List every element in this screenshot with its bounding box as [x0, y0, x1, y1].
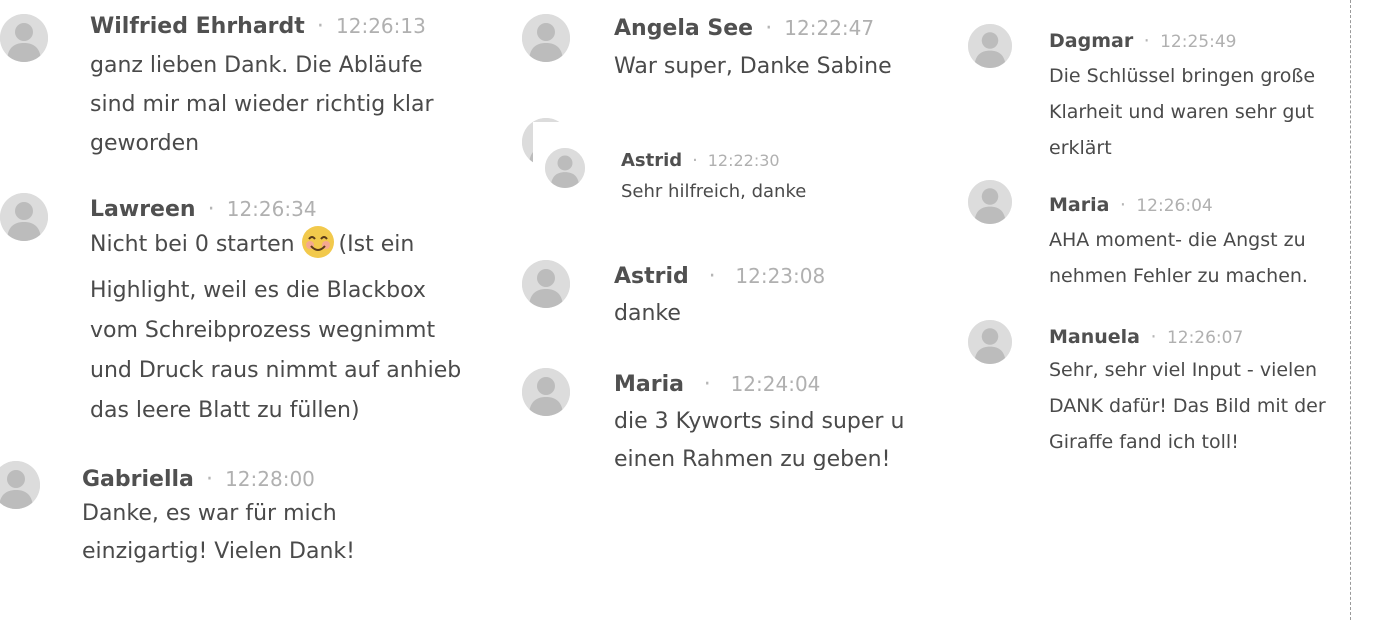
separator-dot: ·	[207, 197, 215, 222]
separator-dot: ·	[765, 16, 773, 41]
message-fragment: (Ist ein	[338, 232, 415, 257]
chat-message: Wilfried Ehrhardt · 12:26:13 ganz lieben D…	[0, 0, 500, 170]
sender-name: Astrid	[621, 150, 683, 171]
message-header: Wilfried Ehrhardt · 12:26:13	[90, 14, 426, 39]
message-line: sind mir mal wieder richtig klar	[90, 92, 434, 117]
chat-message: Maria · 12:26:04 AHA moment- die Angst zu …	[968, 180, 1348, 294]
separator-dot: ·	[1143, 30, 1150, 52]
message-text: Sehr, sehr viel Input - vielen DANK dafü…	[1049, 352, 1326, 460]
chat-message: Gabriella · 12:28:00 Danke, es war für mic…	[0, 455, 500, 575]
chat-message: Astrid · 12:23:08 danke	[522, 250, 952, 350]
chat-message: Astrid · 12:22:30 Sehr hilfreich, danke	[533, 122, 973, 224]
message-fragment: Nicht bei 0 starten	[90, 232, 295, 257]
sender-name: Manuela	[1049, 326, 1141, 348]
separator-dot: ·	[692, 150, 698, 171]
separator-dot: ·	[1119, 194, 1126, 216]
message-line: vom Schreibprozess wegnimmt	[90, 318, 436, 343]
timestamp: 12:22:30	[707, 151, 780, 170]
message-header: Astrid · 12:22:30	[621, 150, 780, 171]
message-text: AHA moment- die Angst zu nehmen Fehler z…	[1049, 222, 1308, 294]
sender-name: Dagmar	[1049, 30, 1134, 52]
message-line: Die Schlüssel bringen große	[1049, 65, 1316, 87]
message-line: und Druck raus nimmt auf anhieb	[90, 358, 462, 383]
message-line: einzigartig! Vielen Dank!	[82, 539, 355, 564]
timestamp: 12:23:08	[735, 264, 826, 288]
message-header: Astrid · 12:23:08	[614, 264, 825, 289]
message-text: Nicht bei 0 starten (Ist ein Highlight, w…	[90, 225, 461, 431]
message-line: AHA moment- die Angst zu	[1049, 229, 1306, 251]
dashed-divider	[1350, 0, 1351, 620]
message-line: nehmen Fehler zu machen.	[1049, 265, 1308, 287]
user-avatar-icon	[522, 14, 570, 62]
timestamp: 12:26:07	[1166, 328, 1244, 348]
message-header: Dagmar · 12:25:49	[1049, 30, 1236, 52]
timestamp: 12:28:00	[225, 467, 315, 491]
message-line: Highlight, weil es die Blackbox	[90, 278, 426, 303]
timestamp: 12:24:04	[730, 372, 821, 396]
sender-name: Wilfried Ehrhardt	[90, 14, 305, 39]
sender-name: Maria	[1049, 194, 1110, 216]
message-line: Nicht bei 0 starten (Ist ein	[90, 225, 461, 265]
chat-message: Lawreen · 12:26:34 Nicht bei 0 starten (Ist…	[0, 185, 510, 430]
message-line: einen Rahmen zu geben!	[614, 447, 891, 470]
timestamp: 12:26:13	[336, 14, 426, 38]
separator-dot: ·	[703, 372, 711, 397]
user-avatar-icon	[522, 368, 570, 416]
chat-message: Angela See · 12:22:47 War super, Danke Sab…	[522, 0, 952, 110]
sender-name: Astrid	[614, 264, 689, 289]
chat-message: Manuela · 12:26:07 Sehr, sehr viel Input -…	[968, 310, 1348, 470]
sender-name: Maria	[614, 372, 684, 397]
message-line: War super, Danke Sabine	[614, 54, 892, 79]
user-avatar-icon	[0, 14, 48, 62]
message-line: Sehr, sehr viel Input - vielen	[1049, 359, 1318, 381]
separator-dot: ·	[1150, 326, 1157, 348]
message-text: ganz lieben Dank. Die Abläufe sind mir m…	[90, 46, 434, 163]
message-text: Danke, es war für mich einzigartig! Viel…	[82, 495, 355, 571]
separator-dot: ·	[205, 467, 213, 492]
user-avatar-icon	[968, 180, 1012, 224]
timestamp: 12:26:34	[226, 197, 317, 221]
user-avatar-icon	[0, 193, 48, 241]
chat-message: Dagmar · 12:25:49 Die Schlüssel bringen gr…	[968, 0, 1348, 170]
separator-dot: ·	[708, 264, 716, 289]
user-avatar-icon	[522, 260, 570, 308]
timestamp: 12:25:49	[1160, 32, 1237, 52]
message-line: das leere Blatt zu füllen)	[90, 398, 360, 423]
message-line: die 3 Kyworts sind super u	[614, 409, 905, 434]
message-header: Manuela · 12:26:07	[1049, 326, 1243, 348]
message-header: Maria · 12:26:04	[1049, 194, 1213, 216]
timestamp: 12:22:47	[784, 16, 875, 40]
message-line: danke	[614, 301, 681, 326]
message-line: Giraffe fand ich toll!	[1049, 431, 1239, 453]
message-header: Gabriella · 12:28:00	[82, 467, 315, 492]
message-line: ganz lieben Dank. Die Abläufe	[90, 53, 423, 78]
message-header: Maria · 12:24:04	[614, 372, 820, 397]
user-avatar-icon	[545, 148, 585, 188]
message-text: die 3 Kyworts sind super u einen Rahmen …	[614, 403, 904, 470]
message-text: danke	[614, 296, 681, 332]
message-text: War super, Danke Sabine	[614, 49, 892, 85]
message-line: Klarheit und waren sehr gut	[1049, 101, 1314, 123]
smiling-face-emoji-icon	[301, 225, 335, 259]
timestamp: 12:26:04	[1136, 196, 1213, 216]
message-header: Lawreen · 12:26:34	[90, 197, 317, 222]
user-avatar-icon	[968, 24, 1012, 68]
message-text: Sehr hilfreich, danke	[621, 178, 806, 206]
message-line: DANK dafür! Das Bild mit der	[1049, 395, 1326, 417]
message-header: Angela See · 12:22:47	[614, 16, 874, 41]
sender-name: Angela See	[614, 16, 754, 41]
message-line: geworden	[90, 131, 200, 156]
user-avatar-icon	[968, 320, 1012, 364]
message-text: Die Schlüssel bringen große Klarheit und…	[1049, 58, 1315, 166]
user-avatar-icon	[0, 461, 40, 509]
separator-dot: ·	[316, 14, 324, 39]
message-line: Danke, es war für mich	[82, 501, 337, 526]
message-line: Sehr hilfreich, danke	[621, 181, 807, 202]
sender-name: Lawreen	[90, 197, 196, 222]
sender-name: Gabriella	[82, 467, 194, 492]
chat-message: Maria · 12:24:04 die 3 Kyworts sind super …	[522, 360, 952, 470]
message-line: erklärt	[1049, 137, 1112, 159]
